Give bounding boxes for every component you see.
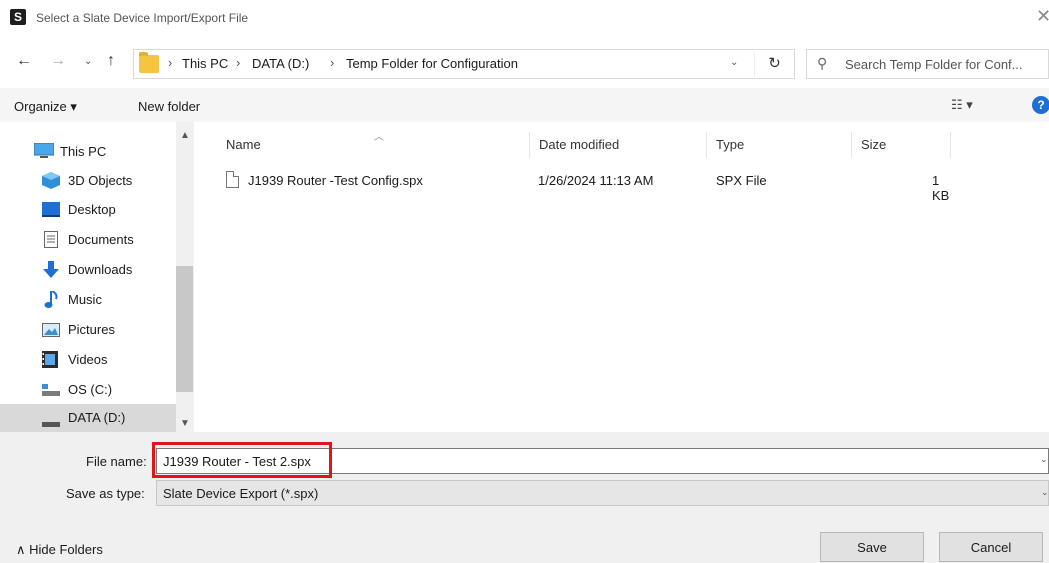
sidebar-item-downloads[interactable]: Downloads	[0, 256, 176, 284]
sidebar-item-os-c[interactable]: OS (C:)	[0, 376, 176, 404]
column-header-date-modified[interactable]: Date modified	[539, 137, 619, 152]
file-size-cell: 1 KB	[932, 173, 950, 203]
download-icon	[43, 261, 61, 278]
breadcrumb-this-pc[interactable]: This PC	[182, 56, 228, 71]
file-type-cell: SPX File	[716, 173, 767, 188]
slate-app-icon: S	[10, 9, 26, 25]
file-name-dropdown-chevron-icon[interactable]: ⌄	[1040, 454, 1048, 465]
sidebar-item-documents[interactable]: Documents	[0, 226, 176, 254]
sidebar-item-label: Music	[68, 292, 102, 307]
navigation-pane: This PC 3D Objects Desktop Documents Dow…	[0, 122, 196, 432]
close-icon[interactable]: ✕	[1036, 6, 1049, 27]
column-header-type[interactable]: Type	[716, 137, 744, 152]
address-bar[interactable]: › This PC › DATA (D:) › Temp Folder for …	[133, 49, 795, 79]
search-icon: ⚲	[817, 55, 828, 71]
save-as-type-select[interactable]: Slate Device Export (*.spx) ⌄	[156, 480, 1049, 506]
sidebar-item-this-pc[interactable]: This PC	[0, 136, 176, 164]
sort-ascending-icon: ︿	[374, 132, 384, 143]
address-dropdown-chevron-icon[interactable]: ⌄	[730, 57, 738, 68]
up-arrow-icon[interactable]: ↑	[107, 52, 115, 70]
sidebar-item-label: Videos	[68, 352, 108, 367]
recent-locations-chevron-icon[interactable]: ⌄	[84, 56, 92, 67]
column-divider[interactable]	[851, 132, 852, 158]
sidebar-item-label: Downloads	[68, 262, 133, 277]
sidebar-item-label: This PC	[60, 144, 107, 159]
save-as-type-label: Save as type:	[66, 486, 145, 501]
documents-icon	[44, 231, 62, 248]
file-list: ︿ Name Date modified Type Size J1939 Rou…	[196, 122, 1049, 432]
scroll-down-icon[interactable]: ▼	[180, 418, 190, 429]
music-icon	[44, 290, 62, 308]
breadcrumb-separator: ›	[236, 55, 241, 70]
file-date-cell: 1/26/2024 11:13 AM	[538, 173, 654, 188]
navigation-row: ← → ⌄ ↑ › This PC › DATA (D:) › Temp Fol…	[0, 46, 1049, 80]
column-divider[interactable]	[950, 132, 951, 158]
command-toolbar: Organize ▾ New folder ☷ ▾ ?	[0, 88, 1049, 122]
sidebar-item-videos[interactable]: Videos	[0, 346, 176, 374]
pictures-icon	[42, 323, 60, 338]
breadcrumb-separator: ›	[168, 55, 173, 70]
folder-icon	[139, 52, 159, 73]
sidebar-item-desktop[interactable]: Desktop	[0, 196, 176, 224]
window-title: Select a Slate Device Import/Export File	[36, 11, 249, 25]
refresh-icon[interactable]: ↻	[754, 53, 794, 77]
hide-folders-label: Hide Folders	[29, 542, 103, 557]
sidebar-item-label: OS (C:)	[68, 382, 113, 397]
chevron-up-icon: ∧	[16, 542, 26, 557]
save-button[interactable]: Save	[820, 532, 924, 562]
column-divider[interactable]	[529, 132, 530, 158]
computer-icon	[33, 142, 55, 158]
search-input[interactable]: Search Temp Folder for Conf...	[845, 57, 1023, 72]
breadcrumb-separator: ›	[330, 55, 335, 70]
sidebar-item-music[interactable]: Music	[0, 286, 176, 314]
sidebar-scrollbar-thumb[interactable]	[176, 266, 193, 392]
table-row[interactable]: J1939 Router -Test Config.spx 1/26/2024 …	[218, 166, 958, 203]
sidebar-item-label: 3D Objects	[68, 173, 133, 188]
breadcrumb-temp-folder[interactable]: Temp Folder for Configuration	[346, 56, 518, 71]
file-name-cell: J1939 Router -Test Config.spx	[248, 173, 423, 188]
sidebar-item-label: Pictures	[68, 322, 115, 337]
videos-icon	[42, 351, 60, 368]
search-box[interactable]: ⚲ Search Temp Folder for Conf...	[806, 49, 1049, 79]
cube-icon	[42, 172, 60, 189]
column-header-size[interactable]: Size	[861, 137, 886, 152]
back-arrow-icon[interactable]: ←	[16, 52, 32, 70]
cancel-button[interactable]: Cancel	[939, 532, 1043, 562]
file-name-label: File name:	[86, 454, 147, 469]
organize-menu-button[interactable]: Organize ▾	[14, 99, 77, 115]
sidebar-item-data-d[interactable]: DATA (D:)	[0, 404, 176, 432]
sidebar-item-label: Desktop	[68, 202, 116, 217]
save-panel: File name: ⌄ Save as type: Slate Device …	[0, 432, 1049, 563]
column-divider[interactable]	[706, 132, 707, 158]
sidebar-item-label: DATA (D:)	[68, 410, 126, 425]
drive-icon	[42, 416, 60, 431]
desktop-icon	[42, 202, 60, 217]
scroll-up-icon[interactable]: ▲	[180, 130, 190, 141]
sidebar-item-pictures[interactable]: Pictures	[0, 316, 176, 344]
file-icon	[226, 171, 239, 188]
view-options-icon[interactable]: ☷ ▾	[951, 97, 973, 113]
help-icon[interactable]: ?	[1032, 96, 1049, 114]
save-as-type-chevron-icon: ⌄	[1041, 487, 1049, 497]
save-as-type-value: Slate Device Export (*.spx)	[163, 486, 319, 501]
sidebar-item-3d-objects[interactable]: 3D Objects	[0, 166, 176, 194]
column-header-name[interactable]: Name	[226, 137, 261, 152]
hide-folders-toggle[interactable]: ∧ Hide Folders	[16, 542, 103, 558]
forward-arrow-icon[interactable]: →	[50, 52, 66, 70]
sidebar-item-label: Documents	[68, 232, 134, 247]
breadcrumb-data-drive[interactable]: DATA (D:)	[252, 56, 309, 71]
file-name-input[interactable]	[156, 448, 1049, 474]
title-bar: S Select a Slate Device Import/Export Fi…	[0, 0, 1049, 38]
drive-icon	[42, 384, 60, 399]
new-folder-button[interactable]: New folder	[138, 99, 200, 114]
